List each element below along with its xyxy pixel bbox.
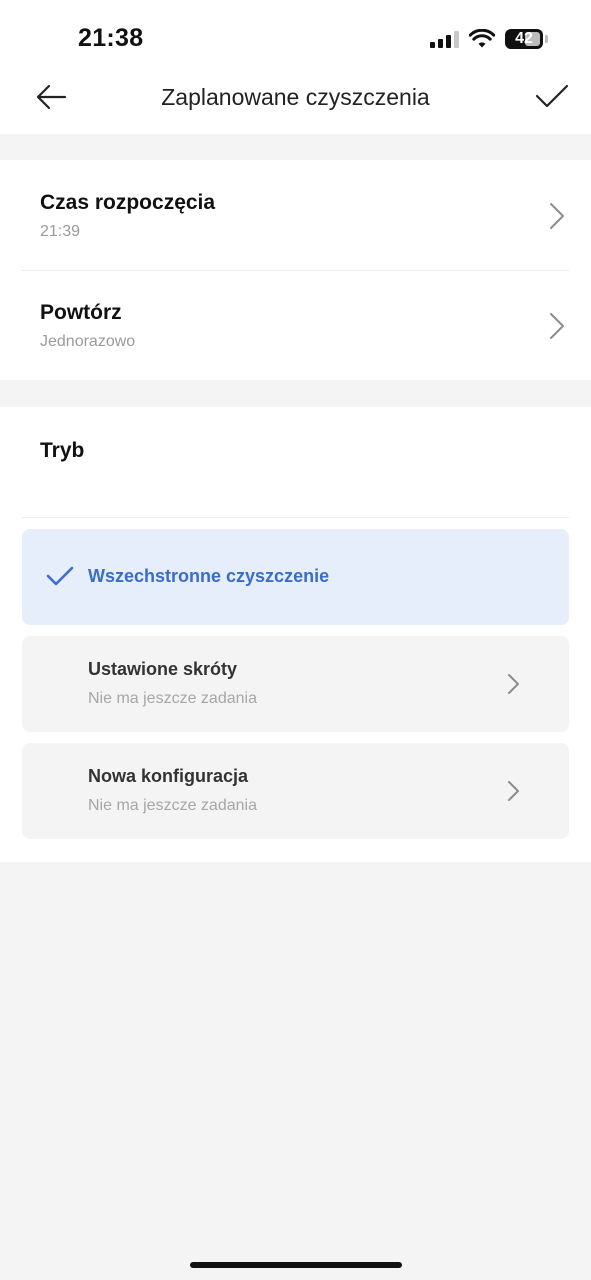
checkmark-icon [535, 84, 569, 108]
mode-option-label: Wszechstronne czyszczenie [88, 566, 330, 586]
header: Zaplanowane czyszczenia [0, 70, 591, 134]
mode-option-sub: Nie ma jeszcze zadania [88, 690, 257, 707]
mode-option-new-config[interactable]: Nowa konfiguracja Nie ma jeszcze zadania [22, 743, 569, 839]
page-title: Zaplanowane czyszczenia [161, 84, 430, 110]
home-indicator[interactable] [190, 1262, 402, 1268]
mode-card: Tryb Wszechstronne czyszczenie Ustawione… [0, 407, 591, 862]
status-icons: 42 [430, 27, 548, 51]
schedule-card: Czas rozpoczęcia 21:39 Powtórz Jednorazo… [0, 160, 591, 380]
start-time-value: 21:39 [40, 223, 81, 240]
repeat-row[interactable]: Powtórz Jednorazowo [0, 270, 591, 380]
status-bar: 21:38 42 [0, 0, 591, 70]
start-time-row[interactable]: Czas rozpoczęcia 21:39 [0, 160, 591, 270]
chevron-right-icon [508, 781, 519, 801]
mode-option-comprehensive[interactable]: Wszechstronne czyszczenie [22, 529, 569, 625]
chevron-right-icon [508, 674, 519, 694]
mode-option-label: Ustawione skróty [88, 659, 238, 679]
mode-option-shortcuts[interactable]: Ustawione skróty Nie ma jeszcze zadania [22, 636, 569, 732]
cellular-signal-icon [430, 30, 459, 48]
divider [22, 517, 569, 518]
status-time: 21:38 [78, 24, 144, 52]
chevron-right-icon [550, 313, 564, 339]
mode-title: Tryb [40, 439, 85, 462]
battery-icon: 42 [505, 29, 548, 49]
mode-option-label: Nowa konfiguracja [88, 766, 249, 786]
repeat-value: Jednorazowo [40, 333, 136, 350]
start-time-label: Czas rozpoczęcia [40, 191, 216, 214]
confirm-button[interactable] [534, 82, 570, 112]
checkmark-icon [46, 566, 74, 586]
repeat-label: Powtórz [40, 301, 122, 324]
chevron-right-icon [550, 203, 564, 229]
wifi-icon [469, 29, 495, 48]
battery-level: 42 [515, 30, 533, 47]
mode-option-sub: Nie ma jeszcze zadania [88, 797, 257, 814]
